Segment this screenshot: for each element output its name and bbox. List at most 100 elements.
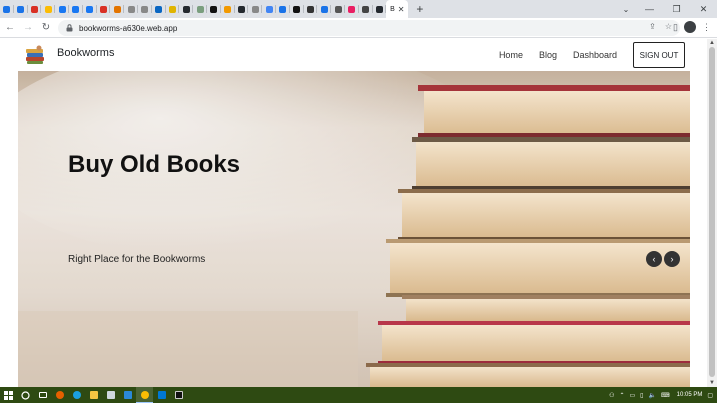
browser-tab[interactable] [0,0,14,18]
network-icon[interactable]: ▯ [640,392,643,399]
tab-favicon-icon [155,5,163,13]
url-text[interactable]: bookworms-a630e.web.app [79,24,177,33]
chrome-icon[interactable] [136,387,153,403]
nav-home-link[interactable]: Home [499,50,523,60]
scroll-up-arrow-icon[interactable]: ▲ [709,40,715,46]
browser-tab[interactable] [110,0,124,18]
taskbar-clock[interactable]: 10:05 PM [677,392,703,398]
browser-tab[interactable] [304,0,318,18]
tab-favicon-icon [279,5,287,13]
terminal-icon[interactable] [170,387,187,403]
browser-tab[interactable] [207,0,221,18]
browser-tab[interactable] [152,0,166,18]
tab-close-icon[interactable]: ✕ [398,5,405,14]
close-window-button[interactable]: ✕ [690,0,717,18]
tab-favicon-icon [293,5,301,13]
page-viewport: Bookworms Home Blog Dashboard SIGN OUT B… [0,39,717,387]
browser-tab[interactable] [331,0,345,18]
nav-dashboard-link[interactable]: Dashboard [573,50,617,60]
browser-tab[interactable] [345,0,359,18]
browser-tab[interactable] [55,0,69,18]
side-panel-icon[interactable]: ▯ [673,22,678,33]
browser-tab[interactable] [69,0,83,18]
browser-tab-strip: B ✕ + ⌄ — ❐ ✕ [0,0,717,18]
browser-tab[interactable] [373,0,387,18]
sign-out-button[interactable]: SIGN OUT [633,42,685,68]
lock-icon[interactable] [64,23,74,33]
firefox-icon[interactable] [51,387,68,403]
scroll-thumb[interactable] [709,47,715,377]
bookworms-logo-icon[interactable] [24,44,46,66]
menu-kebab-icon[interactable]: ⋮ [702,22,711,33]
browser-tab[interactable] [193,0,207,18]
browser-tab[interactable] [41,0,55,18]
windows-start-icon[interactable] [0,387,17,403]
browser-tab[interactable] [248,0,262,18]
browser-toolbar: ← → ↻ bookworms-a630e.web.app ⇪ ☆ [0,18,717,38]
browser-tab[interactable] [179,0,193,18]
volume-icon[interactable]: 🔈 [648,392,655,399]
reload-icon[interactable]: ↻ [38,20,54,36]
browser-tab[interactable] [97,0,111,18]
battery-icon[interactable]: ▭ [630,392,636,399]
minimize-button[interactable]: — [636,0,663,18]
browser-tab[interactable] [28,0,42,18]
carousel-prev-button[interactable]: ‹ [646,251,662,267]
browser-tab[interactable] [221,0,235,18]
browser-tab[interactable] [124,0,138,18]
tab-favicon-icon [237,5,245,13]
page-scrollbar[interactable]: ▲ ▼ [707,39,717,387]
tab-favicon-icon [320,5,328,13]
tab-favicon-icon [224,5,232,13]
tab-favicon-icon [58,5,66,13]
browser-tab[interactable] [235,0,249,18]
task-view-icon[interactable] [34,387,51,403]
nav-blog-link[interactable]: Blog [539,50,557,60]
store-icon[interactable] [102,387,119,403]
browser-tab[interactable] [276,0,290,18]
browser-tab[interactable] [290,0,304,18]
profile-avatar[interactable] [684,21,696,33]
scroll-down-arrow-icon[interactable]: ▼ [709,380,715,386]
browser-tab[interactable] [138,0,152,18]
tab-favicon-icon [127,5,135,13]
notification-icon[interactable]: ▢ [707,392,713,399]
back-arrow-icon[interactable]: ← [2,20,18,36]
carousel-next-button[interactable]: › [664,251,680,267]
brand-name[interactable]: Bookworms [57,47,114,59]
vscode-icon[interactable] [153,387,170,403]
tab-favicon-icon [44,5,52,13]
tray-chevron-up-icon[interactable]: ⌃ [619,392,624,399]
browser-tab[interactable] [317,0,331,18]
maximize-button[interactable]: ❐ [663,0,690,18]
tab-list: B ✕ [0,0,409,18]
browser-tab[interactable] [83,0,97,18]
browser-tab[interactable] [166,0,180,18]
tab-favicon-icon [3,5,11,13]
mail-icon[interactable] [119,387,136,403]
nav-links: Home Blog Dashboard SIGN OUT [499,42,685,68]
tab-favicon-icon [362,5,370,13]
search-circle-icon[interactable] [17,387,34,403]
address-bar[interactable]: bookworms-a630e.web.app ⇪ ☆ [58,20,680,36]
share-icon[interactable]: ⇪ [649,22,656,31]
tab-favicon-icon [306,5,314,13]
browser-tab[interactable] [14,0,28,18]
tab-favicon-icon [141,5,149,13]
file-explorer-icon[interactable] [85,387,102,403]
tab-favicon-icon [86,5,94,13]
language-icon[interactable]: ⌨ [661,392,670,399]
edge-icon[interactable] [68,387,85,403]
windows-taskbar: ⚇ ⌃ ▭ ▯ 🔈 ⌨ 10:05 PM ▢ [0,387,717,403]
toolbar-right: ▯ ⋮ [673,21,711,33]
bookmark-star-icon[interactable]: ☆ [665,22,672,31]
people-icon[interactable]: ⚇ [609,392,614,399]
tab-favicon-icon [182,5,190,13]
browser-tab[interactable] [359,0,373,18]
new-tab-button[interactable]: + [416,2,423,16]
tab-search-chevron-icon[interactable]: ⌄ [619,0,633,18]
active-browser-tab[interactable]: B ✕ [386,0,409,18]
forward-arrow-icon[interactable]: → [20,20,36,36]
browser-tab[interactable] [262,0,276,18]
books-stack-image [18,71,690,387]
